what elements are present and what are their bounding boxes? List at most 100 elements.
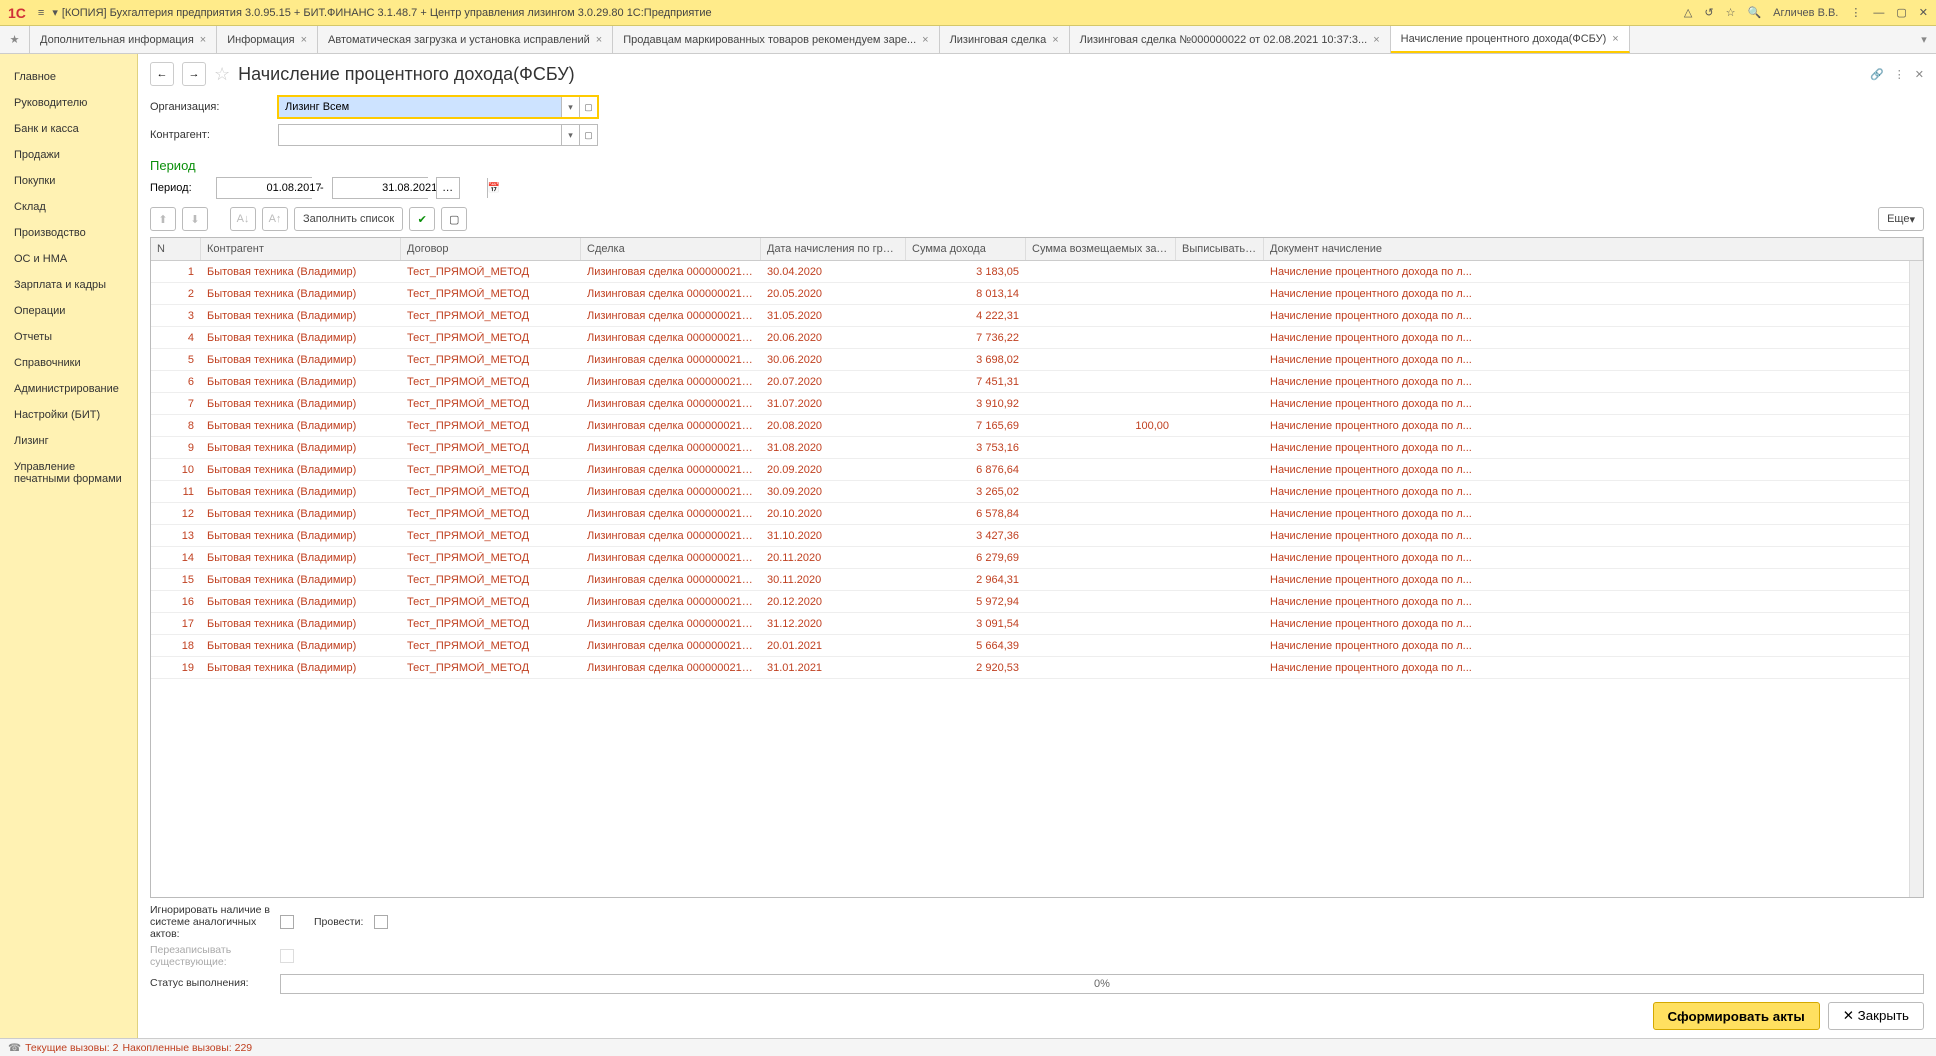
close-page-icon[interactable]: ✕ xyxy=(1915,68,1924,81)
date-to-box[interactable]: 📅 xyxy=(332,177,428,199)
table-row[interactable]: 6Бытовая техника (Владимир)Тест_ПРЯМОЙ_М… xyxy=(151,371,1909,393)
tab-close-icon[interactable]: × xyxy=(301,34,307,46)
org-dropdown-icon[interactable]: ▾ xyxy=(561,97,579,117)
table-row[interactable]: 17Бытовая техника (Владимир)Тест_ПРЯМОЙ_… xyxy=(151,613,1909,635)
table-row[interactable]: 11Бытовая техника (Владимир)Тест_ПРЯМОЙ_… xyxy=(151,481,1909,503)
table-row[interactable]: 15Бытовая техника (Владимир)Тест_ПРЯМОЙ_… xyxy=(151,569,1909,591)
org-combo[interactable]: ▾ ▢ xyxy=(278,96,598,118)
kebab-icon[interactable]: ⋮ xyxy=(1894,68,1905,81)
history-icon[interactable]: ↺ xyxy=(1704,6,1713,19)
check-all-button[interactable]: ✔ xyxy=(409,207,435,231)
nav-back-button[interactable]: ← xyxy=(150,62,174,86)
tab[interactable]: Начисление процентного дохода(ФСБУ)× xyxy=(1391,26,1630,53)
sidebar-item[interactable]: Лизинг xyxy=(0,428,137,454)
col-contract[interactable]: Договор xyxy=(401,238,581,260)
calendar-icon[interactable]: 📅 xyxy=(487,178,500,198)
dropdown-icon[interactable]: ▾ xyxy=(52,6,58,19)
table-row[interactable]: 8Бытовая техника (Владимир)Тест_ПРЯМОЙ_М… xyxy=(151,415,1909,437)
tab[interactable]: Дополнительная информация× xyxy=(30,26,217,53)
sidebar-item[interactable]: Операции xyxy=(0,298,137,324)
col-act[interactable]: Выписывать акт xyxy=(1176,238,1264,260)
favorite-star-icon[interactable]: ☆ xyxy=(214,64,230,85)
sidebar-item[interactable]: Управление печатными формами xyxy=(0,454,137,492)
table-row[interactable]: 19Бытовая техника (Владимир)Тест_ПРЯМОЙ_… xyxy=(151,657,1909,679)
org-input[interactable] xyxy=(279,97,561,117)
col-sum2[interactable]: Сумма возмещаемых затрат xyxy=(1026,238,1176,260)
sidebar-item[interactable]: Настройки (БИТ) xyxy=(0,402,137,428)
minimize-icon[interactable]: — xyxy=(1873,7,1884,19)
close-window-icon[interactable]: ✕ xyxy=(1919,6,1928,19)
table-row[interactable]: 10Бытовая техника (Владимир)Тест_ПРЯМОЙ_… xyxy=(151,459,1909,481)
date-to-input[interactable] xyxy=(333,178,487,198)
sidebar-item[interactable]: Руководителю xyxy=(0,90,137,116)
tab-overflow-icon[interactable]: ▾ xyxy=(1912,26,1936,53)
grid-body[interactable]: 1Бытовая техника (Владимир)Тест_ПРЯМОЙ_М… xyxy=(151,261,1909,897)
search-icon[interactable]: 🔍 xyxy=(1747,6,1761,19)
org-open-icon[interactable]: ▢ xyxy=(579,97,597,117)
sidebar-item[interactable]: Производство xyxy=(0,220,137,246)
tab-close-icon[interactable]: × xyxy=(1373,34,1379,46)
table-row[interactable]: 12Бытовая техника (Владимир)Тест_ПРЯМОЙ_… xyxy=(151,503,1909,525)
sidebar-item[interactable]: Склад xyxy=(0,194,137,220)
home-tab-icon[interactable]: ★ xyxy=(0,26,30,53)
table-row[interactable]: 14Бытовая техника (Владимир)Тест_ПРЯМОЙ_… xyxy=(151,547,1909,569)
counter-dropdown-icon[interactable]: ▾ xyxy=(561,125,579,145)
table-row[interactable]: 18Бытовая техника (Владимир)Тест_ПРЯМОЙ_… xyxy=(151,635,1909,657)
form-acts-button[interactable]: Сформировать акты xyxy=(1653,1002,1820,1030)
phone-icon[interactable]: ☎ xyxy=(8,1042,21,1054)
tab[interactable]: Лизинговая сделка× xyxy=(940,26,1070,53)
table-row[interactable]: 9Бытовая техника (Владимир)Тест_ПРЯМОЙ_М… xyxy=(151,437,1909,459)
table-row[interactable]: 2Бытовая техника (Владимир)Тест_ПРЯМОЙ_М… xyxy=(151,283,1909,305)
col-deal[interactable]: Сделка xyxy=(581,238,761,260)
table-row[interactable]: 13Бытовая техника (Владимир)Тест_ПРЯМОЙ_… xyxy=(151,525,1909,547)
table-row[interactable]: 5Бытовая техника (Владимир)Тест_ПРЯМОЙ_М… xyxy=(151,349,1909,371)
sidebar-item[interactable]: Отчеты xyxy=(0,324,137,350)
ignore-checkbox[interactable] xyxy=(280,915,294,929)
star-icon[interactable]: ☆ xyxy=(1726,6,1736,19)
tab-close-icon[interactable]: × xyxy=(922,34,928,46)
table-row[interactable]: 4Бытовая техника (Владимир)Тест_ПРЯМОЙ_М… xyxy=(151,327,1909,349)
sidebar-item[interactable]: Зарплата и кадры xyxy=(0,272,137,298)
nav-forward-button[interactable]: → xyxy=(182,62,206,86)
tab-close-icon[interactable]: × xyxy=(1052,34,1058,46)
tab[interactable]: Автоматическая загрузка и установка испр… xyxy=(318,26,613,53)
sidebar-item[interactable]: ОС и НМА xyxy=(0,246,137,272)
sidebar-item[interactable]: Главное xyxy=(0,64,137,90)
sidebar-item[interactable]: Справочники xyxy=(0,350,137,376)
sort-asc-button[interactable]: A↓ xyxy=(230,207,256,231)
col-sum[interactable]: Сумма дохода xyxy=(906,238,1026,260)
table-row[interactable]: 16Бытовая техника (Владимир)Тест_ПРЯМОЙ_… xyxy=(151,591,1909,613)
sidebar-item[interactable]: Покупки xyxy=(0,168,137,194)
col-contractor[interactable]: Контрагент xyxy=(201,238,401,260)
logo-caret-icon[interactable]: ≡ xyxy=(38,7,44,19)
tab-close-icon[interactable]: × xyxy=(596,34,602,46)
move-down-button[interactable]: ⬇ xyxy=(182,207,208,231)
sidebar-item[interactable]: Администрирование xyxy=(0,376,137,402)
move-up-button[interactable]: ⬆ xyxy=(150,207,176,231)
link-icon[interactable]: 🔗 xyxy=(1870,68,1884,81)
post-checkbox[interactable] xyxy=(374,915,388,929)
user-caret-icon[interactable]: ⋮ xyxy=(1850,6,1861,19)
uncheck-all-button[interactable]: ▢ xyxy=(441,207,467,231)
col-n[interactable]: N xyxy=(151,238,201,260)
maximize-icon[interactable]: ▢ xyxy=(1896,6,1906,19)
close-button[interactable]: ✕ Закрыть xyxy=(1828,1002,1924,1030)
sidebar-item[interactable]: Продажи xyxy=(0,142,137,168)
fill-list-button[interactable]: Заполнить список xyxy=(294,207,403,231)
tab-close-icon[interactable]: × xyxy=(200,34,206,46)
counter-open-icon[interactable]: ▢ xyxy=(579,125,597,145)
counter-combo[interactable]: ▾ ▢ xyxy=(278,124,598,146)
table-row[interactable]: 3Бытовая техника (Владимир)Тест_ПРЯМОЙ_М… xyxy=(151,305,1909,327)
bell-icon[interactable]: △ xyxy=(1684,6,1692,19)
tab[interactable]: Лизинговая сделка №000000022 от 02.08.20… xyxy=(1070,26,1391,53)
col-date[interactable]: Дата начисления по графику xyxy=(761,238,906,260)
period-select-button[interactable]: … xyxy=(436,177,460,199)
table-row[interactable]: 1Бытовая техника (Владимир)Тест_ПРЯМОЙ_М… xyxy=(151,261,1909,283)
sort-desc-button[interactable]: A↑ xyxy=(262,207,288,231)
user-name[interactable]: Агличев В.В. xyxy=(1773,7,1838,19)
scrollbar[interactable] xyxy=(1909,261,1923,897)
date-from-box[interactable]: 📅 xyxy=(216,177,312,199)
tab-close-icon[interactable]: × xyxy=(1612,33,1618,45)
table-row[interactable]: 7Бытовая техника (Владимир)Тест_ПРЯМОЙ_М… xyxy=(151,393,1909,415)
col-doc[interactable]: Документ начисление xyxy=(1264,238,1923,260)
